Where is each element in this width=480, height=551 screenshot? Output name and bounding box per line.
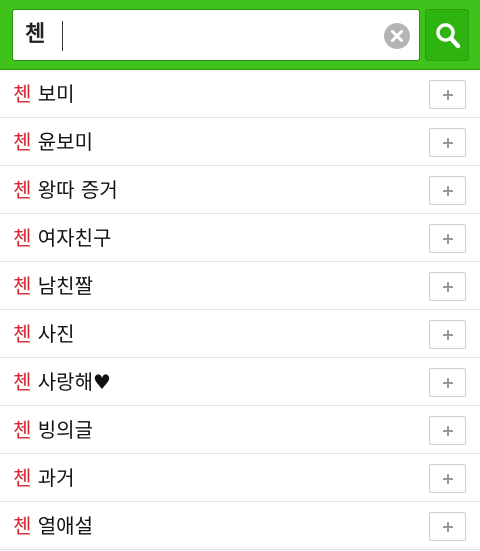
suggestion-text[interactable]: 첸 남친짤 (13, 273, 93, 299)
suggestion-text[interactable]: 첸 사랑해♥ (13, 369, 111, 395)
add-to-query-button[interactable] (429, 80, 466, 109)
suggestion-item[interactable]: 첸 과거 (0, 454, 480, 502)
suggestion-rest: 빙의글 (31, 418, 93, 442)
add-to-query-button[interactable] (429, 320, 466, 349)
add-to-query-button[interactable] (429, 512, 466, 541)
match-highlight: 첸 (13, 130, 32, 154)
clear-icon (391, 30, 403, 42)
add-to-query-button[interactable] (429, 416, 466, 445)
match-highlight: 첸 (13, 178, 32, 202)
match-highlight: 첸 (13, 370, 32, 394)
add-to-query-button[interactable] (429, 128, 466, 157)
search-input[interactable]: 첸 (12, 9, 420, 61)
plus-icon (443, 426, 453, 436)
text-caret (62, 21, 63, 51)
suggestion-text[interactable]: 첸 보미 (13, 81, 75, 107)
suggestion-rest: 왕따 증거 (31, 178, 118, 202)
suggestion-item[interactable]: 첸 여자친구 (0, 214, 480, 262)
suggestion-rest: 사진 (31, 322, 75, 346)
plus-icon (443, 234, 453, 244)
match-highlight: 첸 (13, 322, 32, 346)
plus-icon (443, 90, 453, 100)
suggestion-item[interactable]: 첸 사랑해♥ (0, 358, 480, 406)
match-highlight: 첸 (13, 466, 32, 490)
suggestion-text[interactable]: 첸 왕따 증거 (13, 177, 118, 203)
plus-icon (443, 138, 453, 148)
suggestion-rest: 열애설 (31, 514, 93, 538)
suggestion-item[interactable]: 첸 남친짤 (0, 262, 480, 310)
plus-icon (443, 522, 453, 532)
match-highlight: 첸 (13, 226, 32, 250)
suggestion-item[interactable]: 첸 빙의글 (0, 406, 480, 454)
search-header: 첸 (0, 0, 480, 70)
add-to-query-button[interactable] (429, 464, 466, 493)
magnifier-icon (436, 23, 461, 49)
suggestion-item[interactable]: 첸 왕따 증거 (0, 166, 480, 214)
suggestion-rest: 남친짤 (31, 274, 93, 298)
match-highlight: 첸 (13, 274, 32, 298)
search-button[interactable] (425, 9, 469, 61)
search-query-text[interactable]: 첸 (25, 22, 45, 48)
add-to-query-button[interactable] (429, 224, 466, 253)
suggestion-item[interactable]: 첸 사진 (0, 310, 480, 358)
match-highlight: 첸 (13, 82, 32, 106)
suggestion-rest: 과거 (31, 466, 75, 490)
add-to-query-button[interactable] (429, 272, 466, 301)
clear-button[interactable] (384, 23, 410, 49)
suggestion-text[interactable]: 첸 여자친구 (13, 225, 111, 251)
suggestion-rest: 여자친구 (31, 226, 112, 250)
suggestion-text[interactable]: 첸 사진 (13, 321, 75, 347)
plus-icon (443, 378, 453, 388)
suggestion-rest: 보미 (31, 82, 75, 106)
plus-icon (443, 474, 453, 484)
match-highlight: 첸 (13, 418, 32, 442)
suggestion-item[interactable]: 첸 열애설 (0, 502, 480, 550)
add-to-query-button[interactable] (429, 176, 466, 205)
suggestion-rest: 사랑해♥ (31, 370, 111, 394)
plus-icon (443, 186, 453, 196)
suggestion-text[interactable]: 첸 윤보미 (13, 129, 93, 155)
suggestion-text[interactable]: 첸 열애설 (13, 513, 93, 539)
plus-icon (443, 282, 453, 292)
match-highlight: 첸 (13, 514, 32, 538)
suggestion-text[interactable]: 첸 과거 (13, 465, 75, 491)
add-to-query-button[interactable] (429, 368, 466, 397)
suggestion-rest: 윤보미 (31, 130, 93, 154)
plus-icon (443, 330, 453, 340)
suggestion-text[interactable]: 첸 빙의글 (13, 417, 93, 443)
suggestion-item[interactable]: 첸 윤보미 (0, 118, 480, 166)
suggestion-item[interactable]: 첸 보미 (0, 70, 480, 118)
suggestion-list: 첸 보미 첸 윤보미 첸 왕따 증거 첸 여자친구 첸 남친짤 첸 사진 첸 사… (0, 70, 480, 550)
